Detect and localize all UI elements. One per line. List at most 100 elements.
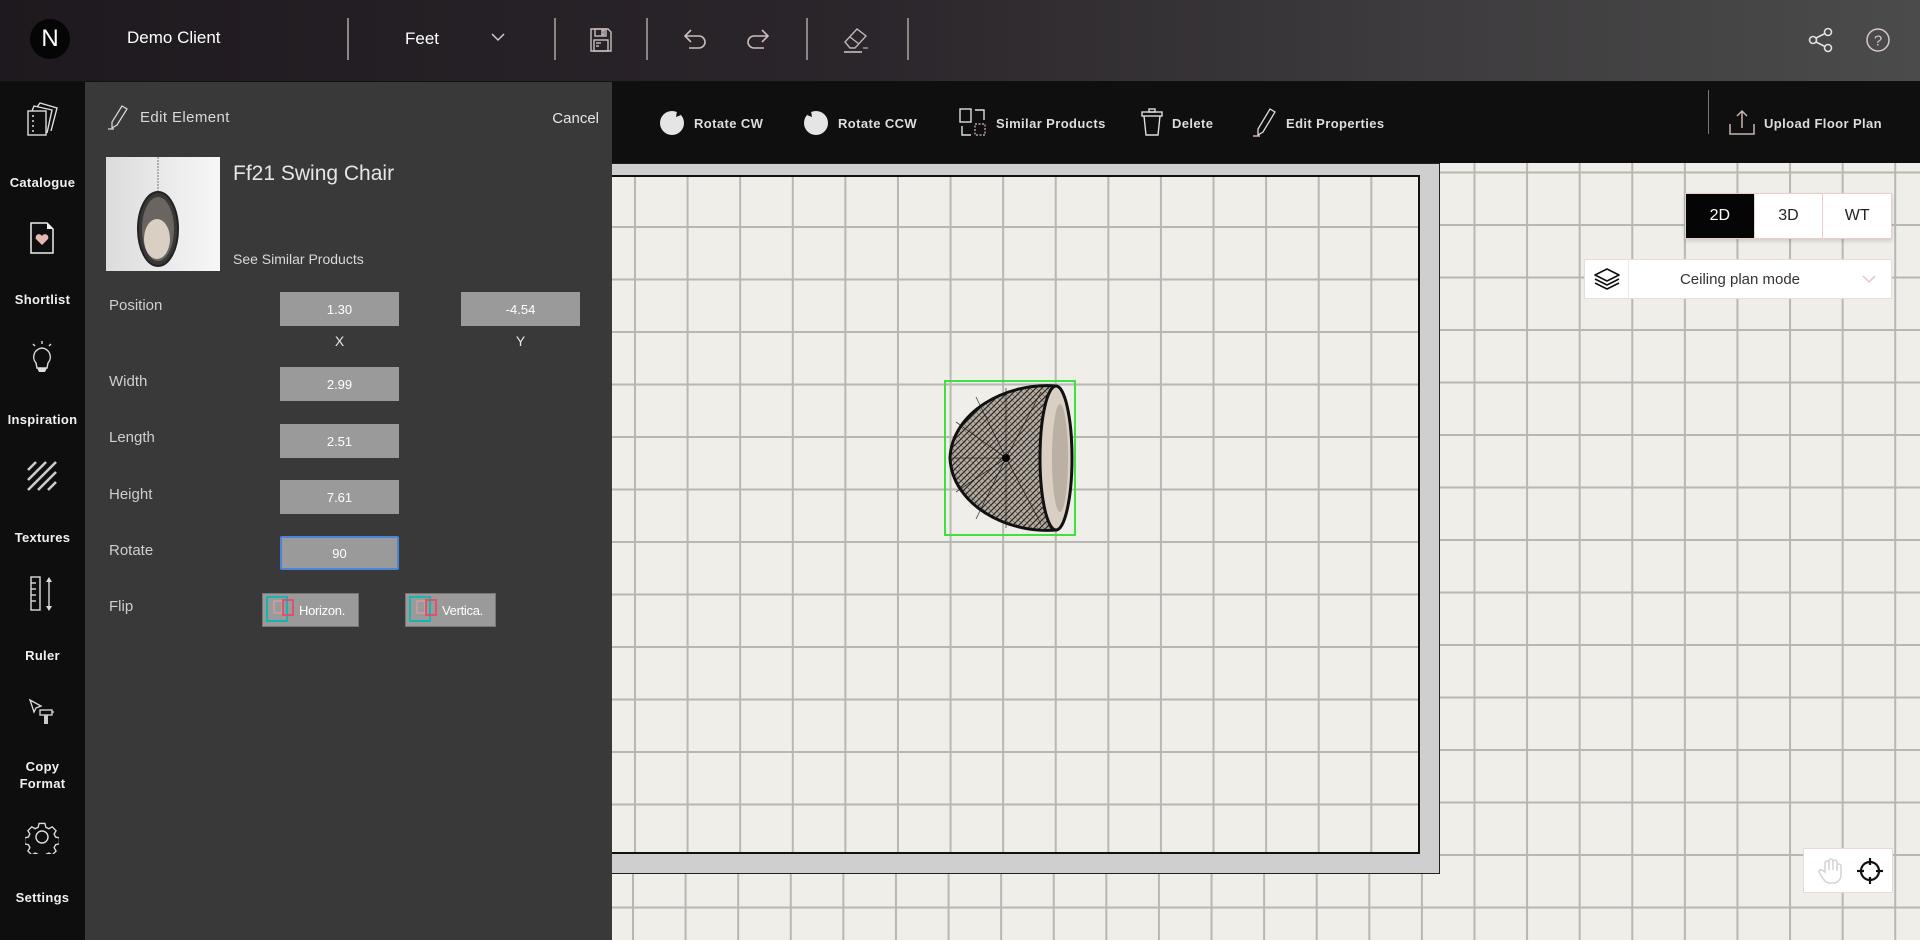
delete-label: Delete (1172, 115, 1214, 131)
app-logo[interactable]: N (30, 19, 70, 59)
sidebar-item-label: Inspiration (7, 412, 78, 427)
view-2d-button[interactable]: 2D (1686, 194, 1754, 238)
upload-floor-plan-button[interactable]: Upload Floor Plan (1728, 106, 1882, 140)
svg-text:?: ? (1874, 33, 1882, 50)
flip-horizontal-button[interactable]: Horizon. (262, 593, 359, 627)
pan-hand-icon[interactable] (1815, 855, 1847, 887)
position-y-input[interactable] (461, 292, 580, 326)
help-icon[interactable]: ? (1860, 22, 1896, 58)
share-icon[interactable] (1803, 22, 1839, 58)
flip-horizontal-label: Horizon. (299, 602, 346, 618)
rotate-ccw-icon (802, 108, 830, 139)
upload-floor-plan-label: Upload Floor Plan (1764, 115, 1883, 131)
lightbulb-icon (22, 338, 62, 378)
edit-properties-label: Edit Properties (1286, 115, 1385, 131)
flip-label: Flip (109, 598, 134, 615)
units-dropdown[interactable]: Feet (348, 18, 555, 60)
height-label: Height (109, 486, 153, 503)
pencil-icon (1252, 107, 1278, 140)
app-header: N Demo Client Feet ? (0, 0, 1920, 82)
similar-products-button[interactable]: Similar Products (958, 106, 1106, 140)
client-name: Demo Client (127, 28, 221, 47)
units-value: Feet (405, 29, 440, 48)
cancel-button[interactable]: Cancel (552, 110, 599, 127)
height-input[interactable] (280, 480, 399, 514)
pencil-icon (107, 104, 131, 135)
textures-icon (22, 456, 62, 496)
view-mode-toggle: 2D 3D WT (1685, 193, 1892, 239)
plan-mode-value: Ceiling plan mode (1679, 271, 1801, 288)
selected-element-swing-chair[interactable] (944, 380, 1076, 536)
redo-icon[interactable] (740, 22, 776, 58)
ruler-icon (22, 574, 62, 614)
upload-icon (1728, 108, 1756, 139)
sidebar-item-settings[interactable]: Settings (0, 817, 85, 917)
position-label: Position (109, 297, 163, 314)
undo-icon[interactable] (677, 22, 713, 58)
sidebar-item-label-line2: Format (19, 776, 66, 791)
recenter-crosshair-icon[interactable] (1854, 855, 1886, 887)
sidebar-item-label: Copy (25, 759, 60, 774)
rotate-cw-button[interactable]: Rotate CW (658, 106, 763, 140)
sidebar-item-label: Ruler (25, 648, 60, 663)
swing-chair-topview-icon (948, 384, 1074, 532)
delete-button[interactable]: Delete (1140, 106, 1213, 140)
layers-icon (1585, 260, 1629, 298)
sidebar-item-textures[interactable]: Textures (0, 456, 85, 556)
see-similar-products-link[interactable]: See Similar Products (233, 251, 364, 267)
x-axis-label: X (334, 333, 345, 349)
width-label: Width (109, 373, 148, 390)
header-divider (907, 18, 909, 60)
flip-vertical-icon (408, 594, 438, 627)
header-divider (806, 18, 808, 60)
product-thumbnail[interactable] (106, 157, 220, 271)
header-divider (646, 18, 648, 60)
catalogue-icon (22, 100, 62, 140)
shortlist-icon (22, 218, 62, 258)
length-input[interactable] (280, 424, 399, 458)
flip-vertical-button[interactable]: Vertica. (405, 593, 496, 627)
toolbar-divider (1708, 90, 1709, 134)
gear-icon (22, 817, 62, 857)
position-x-input[interactable] (280, 292, 399, 326)
sidebar-item-label: Textures (14, 530, 71, 545)
view-3d-button[interactable]: 3D (1753, 194, 1823, 238)
save-icon[interactable] (583, 22, 619, 58)
flip-vertical-label: Vertica. (442, 602, 483, 618)
similar-products-label: Similar Products (996, 115, 1106, 131)
view-wt-button[interactable]: WT (1822, 194, 1891, 238)
copy-format-icon (22, 692, 62, 732)
rotate-cw-icon (658, 108, 686, 139)
flip-horizontal-icon (265, 594, 295, 627)
sidebar-item-label: Settings (15, 890, 70, 905)
edit-properties-button[interactable]: Edit Properties (1252, 106, 1384, 140)
sidebar-item-shortlist[interactable]: Shortlist (0, 218, 85, 318)
similar-products-icon (958, 107, 988, 140)
panel-title: Edit Element (140, 109, 230, 126)
sidebar-item-copy-format[interactable]: Copy Format (0, 692, 85, 792)
y-axis-label: Y (515, 333, 526, 349)
sidebar-item-inspiration[interactable]: Inspiration (0, 338, 85, 438)
trash-icon (1140, 107, 1164, 140)
edit-element-panel: Edit Element Cancel Ff21 Swing Chair See… (85, 82, 612, 940)
rotate-cw-label: Rotate CW (694, 115, 764, 131)
header-divider (554, 18, 556, 60)
sidebar-item-label: Catalogue (9, 175, 76, 190)
chevron-down-icon (490, 30, 506, 49)
app: 2D 3D WT Ceiling plan mode e Rotate CW R… (0, 0, 1920, 940)
width-input[interactable] (280, 367, 399, 401)
rotate-label: Rotate (109, 542, 154, 559)
plan-mode-select[interactable]: Ceiling plan mode (1584, 259, 1892, 299)
chevron-down-icon (1861, 272, 1877, 290)
left-sidebar: Catalogue Shortlist Inspiration Textures… (0, 82, 85, 940)
rotate-ccw-label: Rotate CCW (838, 115, 918, 131)
sidebar-item-label: Shortlist (14, 292, 71, 307)
product-name: Ff21 Swing Chair (233, 162, 395, 185)
sidebar-item-ruler[interactable]: Ruler (0, 574, 85, 674)
canvas-nav-controls (1803, 848, 1893, 893)
sidebar-item-catalogue[interactable]: Catalogue (0, 100, 85, 200)
rotate-input[interactable] (280, 536, 399, 570)
eraser-icon[interactable] (838, 22, 874, 58)
rotate-ccw-button[interactable]: Rotate CCW (802, 106, 917, 140)
length-label: Length (109, 429, 155, 446)
